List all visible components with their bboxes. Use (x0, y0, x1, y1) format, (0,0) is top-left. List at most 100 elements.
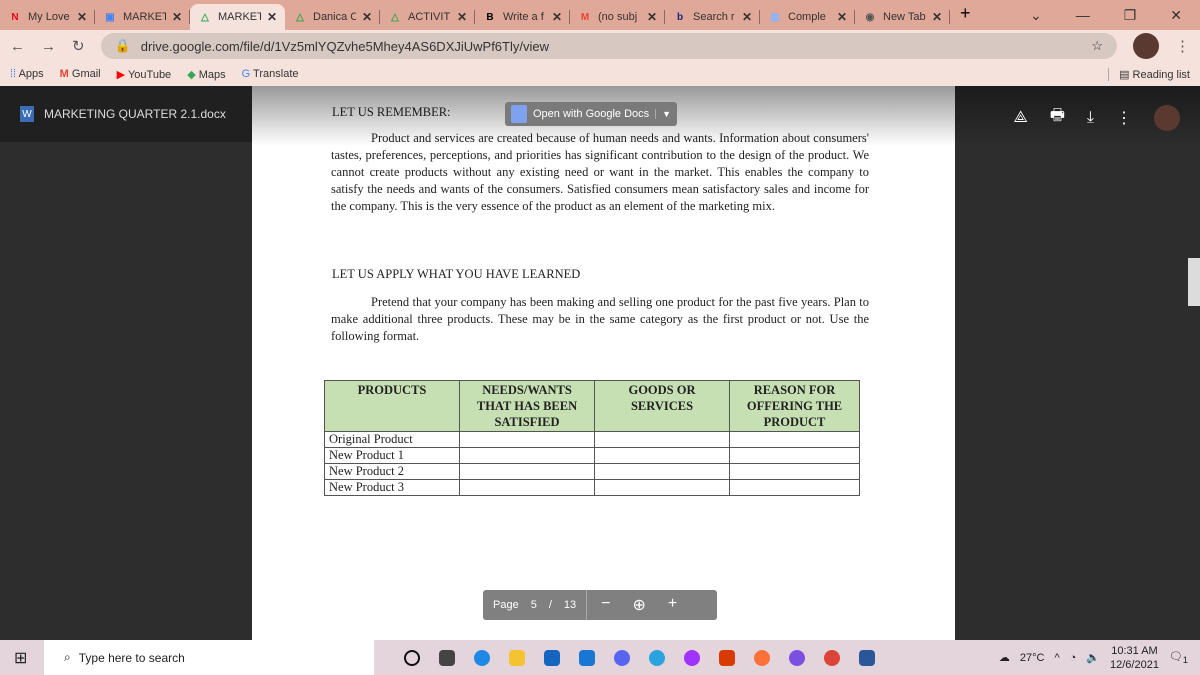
scrollbar-thumb[interactable] (1188, 258, 1200, 306)
firefox-icon[interactable] (754, 649, 770, 666)
star-icon[interactable]: ☆ (1091, 38, 1103, 54)
forward-icon[interactable]: → (41, 38, 56, 55)
tab[interactable]: B Write a f ✕ (475, 4, 570, 30)
chevron-up-icon[interactable]: ^ (1054, 652, 1059, 664)
table-row: New Product 1 (324, 447, 860, 464)
bookmark-translate[interactable]: G Translate (242, 68, 299, 80)
volume-icon[interactable]: 🔈 (1086, 651, 1100, 664)
close-window-icon[interactable]: ✕ (1170, 7, 1182, 24)
tab-title: ACTIVITI (408, 11, 451, 23)
pinned-apps (404, 649, 894, 666)
mail-icon[interactable] (579, 649, 595, 666)
header-goods: GOODS OR SERVICES (594, 380, 730, 432)
notifications-icon[interactable]: 🗨1 (1169, 650, 1188, 665)
download-icon[interactable]: ⤓ (1087, 109, 1094, 127)
document-page: LET US REMEMBER: Product and services ar… (252, 86, 955, 640)
vpn-icon[interactable] (789, 649, 805, 666)
close-tab-icon[interactable]: ✕ (172, 10, 182, 24)
bookmark-apps[interactable]: ⁞⁞ Apps (10, 68, 44, 80)
bookmark-gmail[interactable]: M Gmail (60, 68, 101, 80)
page-separator: / (548, 599, 552, 611)
file-explorer-icon[interactable] (509, 649, 525, 666)
taskbar-search[interactable]: ⌕ Type here to search (44, 640, 374, 675)
close-tab-icon[interactable]: ✕ (647, 10, 657, 24)
lock-icon: 🔒 (114, 38, 131, 53)
tab[interactable]: △ MARKET ✕ (190, 4, 285, 30)
back-icon[interactable]: ← (10, 38, 25, 55)
bookmark-youtube[interactable]: ▶ YouTube (117, 68, 172, 81)
weather-icon[interactable]: ☁ (999, 651, 1010, 664)
notification-count: 1 (1182, 655, 1188, 666)
add-to-drive-icon[interactable]: ⟁ (1014, 109, 1028, 127)
more-options-icon[interactable]: ⋮ (1116, 108, 1132, 128)
search-placeholder: Type here to search (78, 650, 185, 665)
tab[interactable]: ◉ New Tab ✕ (855, 4, 950, 30)
tab-search-icon[interactable]: ⌄ (1030, 7, 1042, 24)
chevron-down-icon[interactable]: ▼ (655, 109, 671, 119)
row-label: New Product 2 (324, 463, 460, 480)
zoom-in-icon[interactable]: + (668, 595, 677, 615)
word-icon[interactable] (859, 649, 875, 666)
tab[interactable]: M (no subj ✕ (570, 4, 665, 30)
task-view-icon[interactable] (439, 649, 455, 666)
telegram-icon[interactable] (649, 649, 665, 666)
close-tab-icon[interactable]: ✕ (77, 10, 87, 24)
profile-avatar[interactable] (1133, 33, 1159, 59)
close-tab-icon[interactable]: ✕ (552, 10, 562, 24)
close-tab-icon[interactable]: ✕ (742, 10, 752, 24)
paragraph-apply: Pretend that your company has been makin… (331, 295, 869, 343)
close-tab-icon[interactable]: ✕ (267, 10, 277, 24)
clock[interactable]: 10:31 AM 12/6/2021 (1110, 644, 1159, 672)
store-icon[interactable] (544, 649, 560, 666)
cortana-icon[interactable] (404, 649, 420, 666)
brainly-icon: B (486, 11, 494, 23)
close-tab-icon[interactable]: ✕ (362, 10, 372, 24)
bookmark-maps[interactable]: ◆ Maps (187, 68, 225, 81)
search-icon: ⌕ (64, 650, 71, 664)
new-tab-button[interactable]: + (950, 3, 981, 30)
zoom-icon[interactable]: ⊕ (632, 595, 645, 615)
row-label: New Product 1 (324, 447, 460, 464)
table-row: Original Product (324, 431, 860, 448)
account-avatar[interactable] (1154, 104, 1180, 131)
office-icon[interactable] (719, 649, 735, 666)
row-label: Original Product (324, 431, 460, 448)
tab[interactable]: N My Love ✕ (0, 4, 95, 30)
paragraph-remember: Product and services are created because… (331, 131, 869, 213)
minimize-icon[interactable]: — (1076, 7, 1090, 24)
heading-apply: LET US APPLY WHAT YOU HAVE LEARNED (332, 267, 581, 281)
word-file-icon: W (20, 106, 34, 122)
zoom-out-icon[interactable]: − (601, 595, 610, 615)
weather-temp[interactable]: 27°C (1020, 652, 1045, 664)
close-tab-icon[interactable]: ✕ (932, 10, 942, 24)
chrome-icon[interactable] (824, 649, 840, 666)
window-controls: ⌄ — ❐ ✕ (1012, 7, 1200, 30)
messenger-icon[interactable] (684, 649, 700, 666)
tab[interactable]: △ Danica C ✕ (285, 4, 380, 30)
address-bar-row: ← → ↻ 🔒 drive.google.com/file/d/1Vz5mlYQZ… (0, 30, 1200, 62)
tab[interactable]: ▦ Comple ✕ (760, 4, 855, 30)
heading-remember: LET US REMEMBER: (332, 105, 451, 119)
network-icon[interactable]: ◔ (1070, 652, 1077, 664)
reading-list-button[interactable]: ▤ Reading list (1108, 67, 1190, 81)
reload-icon[interactable]: ↻ (72, 37, 85, 55)
page-current[interactable]: 5 (531, 599, 537, 611)
close-tab-icon[interactable]: ✕ (457, 10, 467, 24)
windows-start-icon[interactable]: ⊞ (14, 648, 27, 668)
close-tab-icon[interactable]: ✕ (837, 10, 847, 24)
tab-title: Comple (788, 11, 826, 23)
tab[interactable]: △ ACTIVITI ✕ (380, 4, 475, 30)
print-icon[interactable]: 🖶 (1050, 104, 1065, 131)
page-label: Page (493, 599, 519, 611)
restore-icon[interactable]: ❐ (1124, 7, 1137, 24)
open-with-google-docs-button[interactable]: Open with Google Docs ▼ (505, 102, 678, 126)
edge-icon[interactable] (474, 649, 490, 666)
quizlet-icon: ▦ (770, 11, 780, 23)
discord-icon[interactable] (614, 649, 630, 666)
menu-icon[interactable]: ⋮ (1175, 37, 1190, 55)
bookmarks-bar: ⁞⁞ Apps M Gmail ▶ YouTube ◆ Maps G Trans… (0, 62, 1200, 86)
drive-viewer: LET US REMEMBER: Product and services ar… (0, 86, 1200, 640)
tab[interactable]: ▣ MARKET ✕ (95, 4, 190, 30)
url-field[interactable]: 🔒 drive.google.com/file/d/1Vz5mlYQZvhe5Mh… (100, 33, 1117, 59)
tab[interactable]: b Search r ✕ (665, 4, 760, 30)
